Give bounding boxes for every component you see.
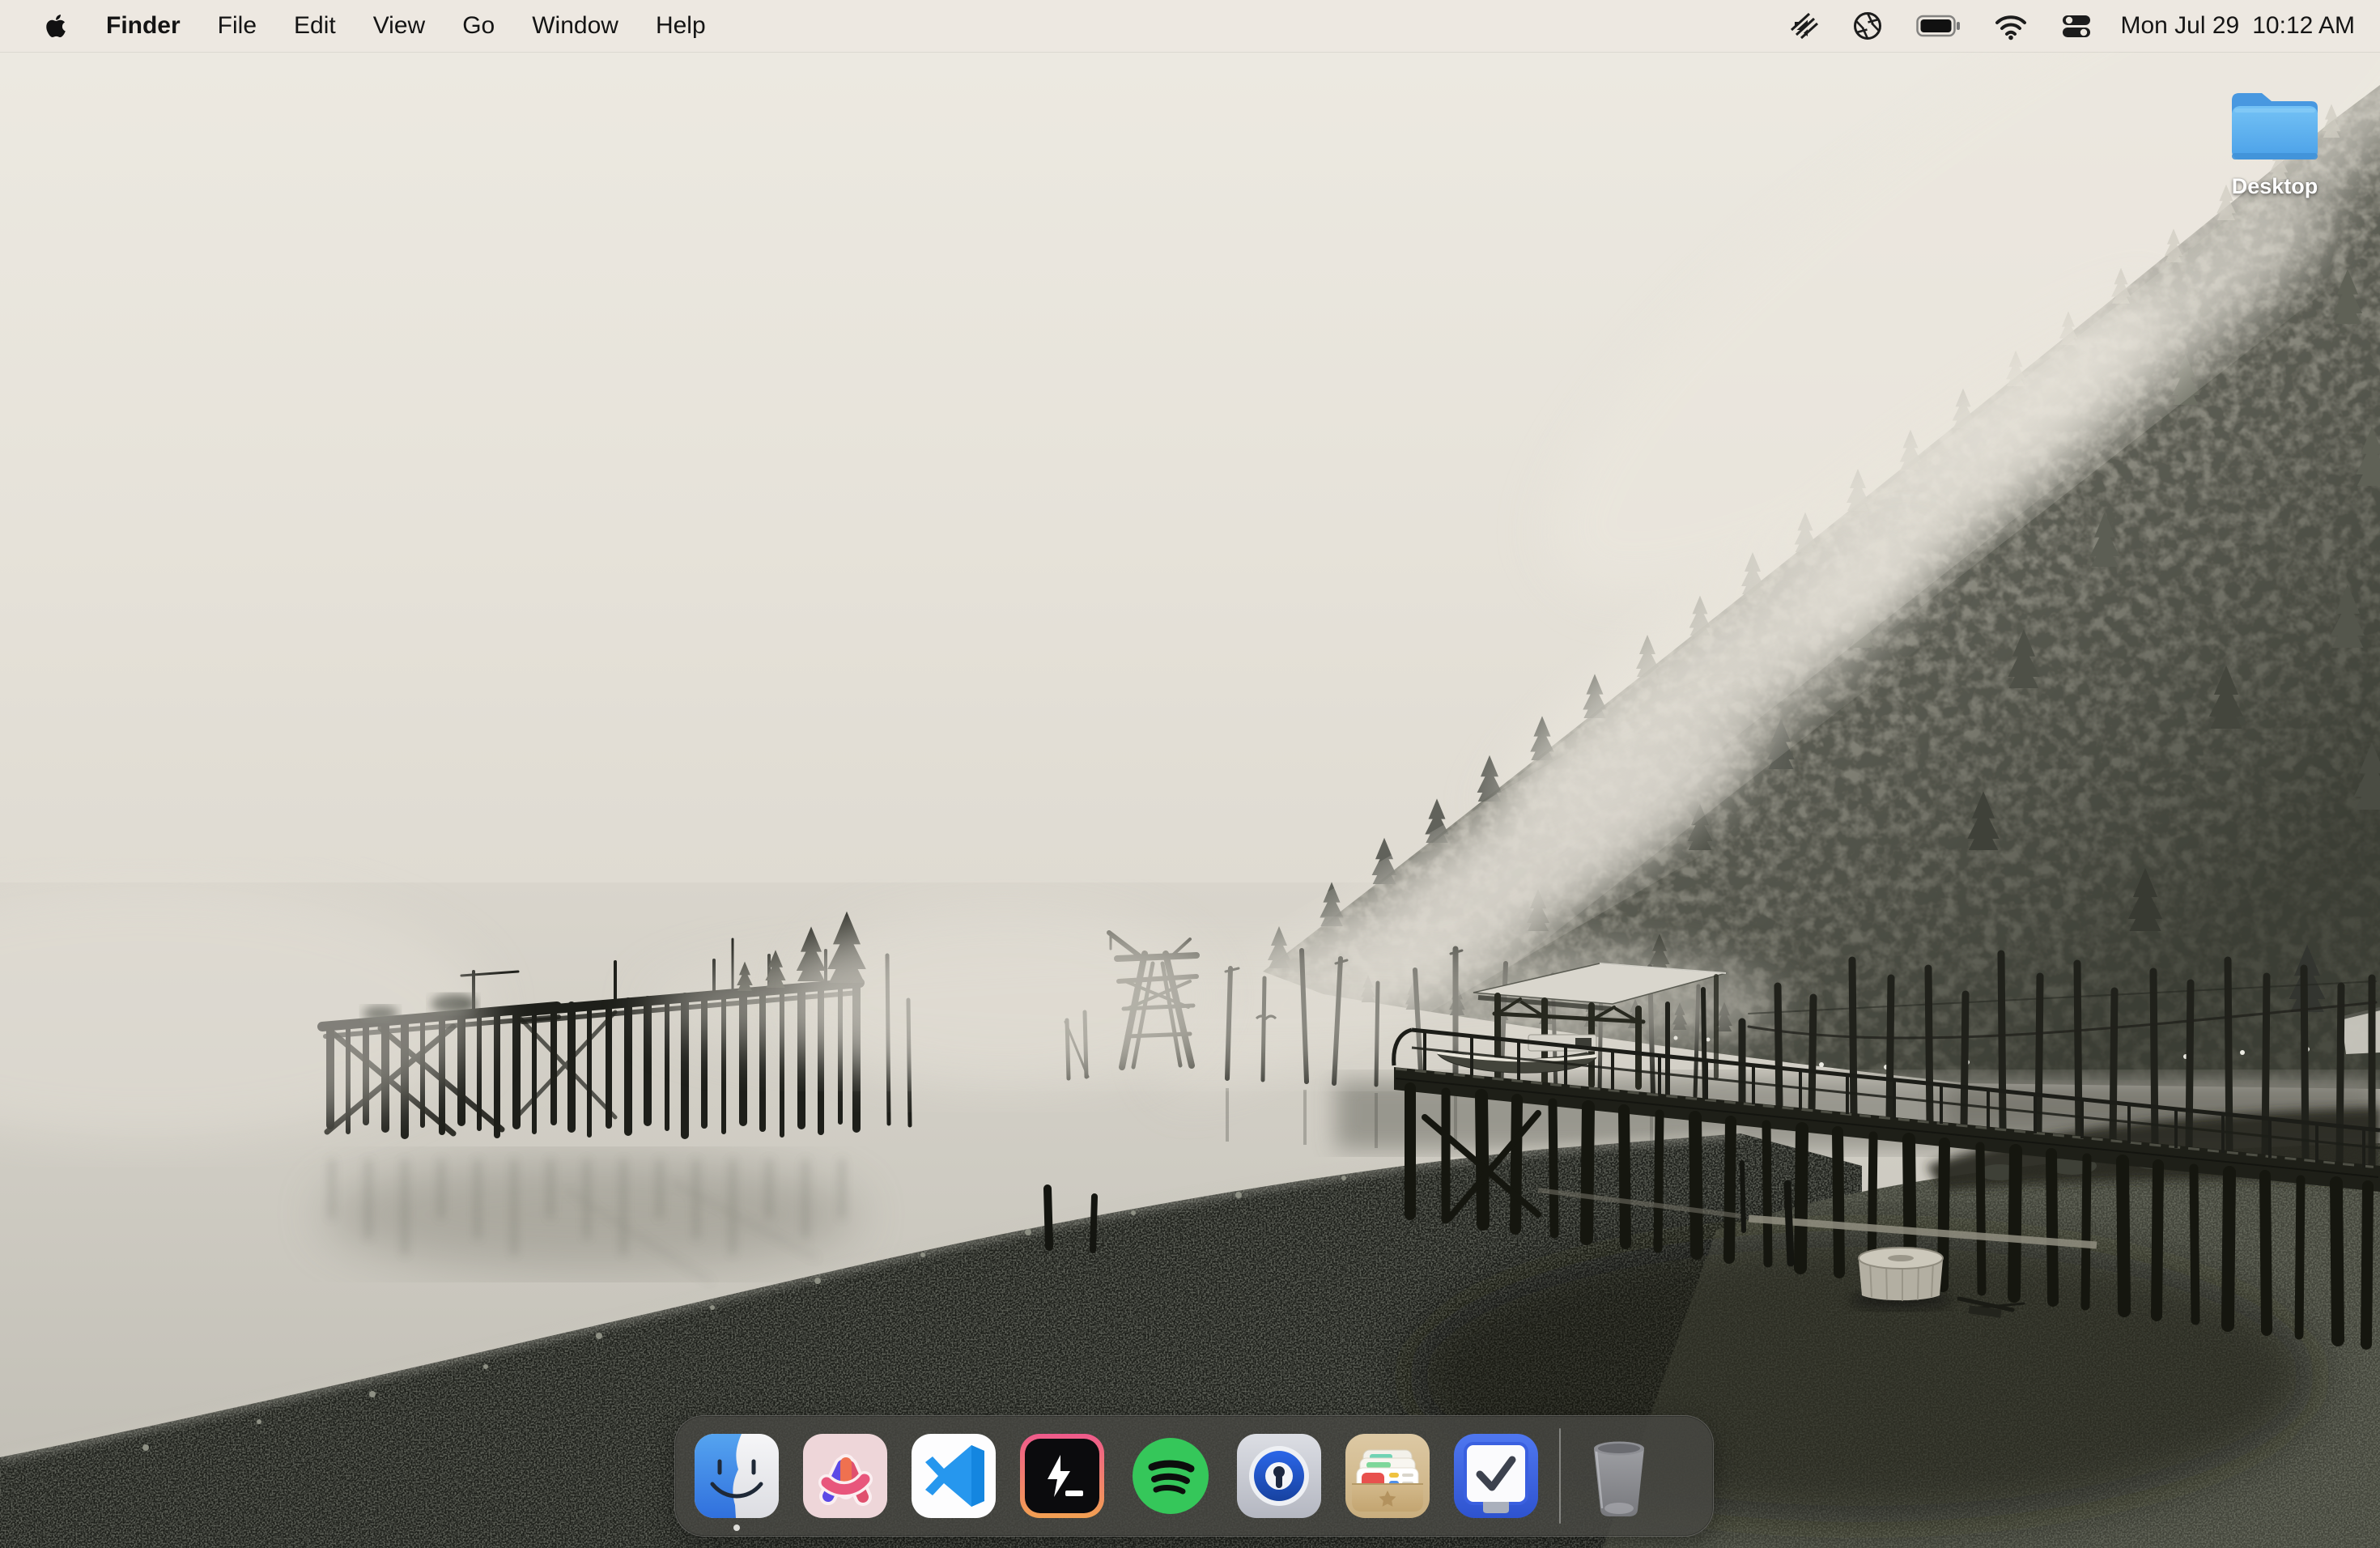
menu-bar: Finder File Edit View Go Window Help Mon…	[0, 0, 2380, 52]
trash-icon	[1579, 1431, 1660, 1521]
aperture-icon[interactable]	[1835, 10, 1900, 42]
menu-item-view[interactable]: View	[355, 0, 444, 52]
dock-separator	[1559, 1428, 1561, 1524]
dock-item-spotify[interactable]	[1127, 1432, 1214, 1520]
apple-logo-icon	[45, 13, 66, 39]
dock-item-warp-terminal[interactable]	[1018, 1432, 1106, 1520]
menu-item-finder[interactable]: Finder	[87, 0, 199, 52]
wifi-icon[interactable]	[1978, 11, 2044, 40]
warp-terminal-icon	[1018, 1432, 1106, 1520]
menu-item-file[interactable]: File	[199, 0, 275, 52]
clock-date: Mon Jul 29	[2120, 12, 2239, 40]
spotify-icon	[1127, 1432, 1214, 1520]
control-center-icon[interactable]	[2044, 12, 2109, 40]
battery-icon[interactable]	[1900, 11, 1978, 40]
dock-item-1password[interactable]	[1235, 1432, 1323, 1520]
apple-menu[interactable]	[24, 13, 87, 39]
desktop-wallpaper	[0, 0, 2380, 1548]
dock-item-arc-browser[interactable]	[801, 1432, 889, 1520]
desktop-folder-icon[interactable]: Desktop	[2220, 84, 2330, 199]
menu-item-help[interactable]: Help	[637, 0, 725, 52]
menu-item-go[interactable]: Go	[444, 0, 513, 52]
clock-time: 10:12 AM	[2252, 12, 2355, 40]
folder-icon	[2225, 84, 2325, 167]
dock-item-anybox[interactable]	[1344, 1432, 1431, 1520]
anybox-icon	[1344, 1432, 1431, 1520]
arc-browser-icon	[801, 1432, 889, 1520]
dock-item-vscode[interactable]	[910, 1432, 997, 1520]
mute-icon[interactable]	[1772, 11, 1835, 41]
macos-desktop: { "menu_bar": { "apple_icon": "apple-log…	[0, 0, 2380, 1548]
menu-bar-clock[interactable]: Mon Jul 29 10:12 AM	[2120, 12, 2355, 40]
menu-item-edit[interactable]: Edit	[275, 0, 355, 52]
dock-item-trash[interactable]	[1579, 1431, 1660, 1521]
finder-running-indicator	[733, 1525, 740, 1531]
finder-icon	[693, 1432, 780, 1520]
1password-icon	[1235, 1432, 1323, 1520]
vscode-icon	[910, 1432, 997, 1520]
dock-item-finder[interactable]	[693, 1432, 780, 1520]
desktop-folder-label: Desktop	[2220, 174, 2330, 199]
things-icon	[1452, 1432, 1540, 1520]
dock	[674, 1415, 1714, 1537]
dock-item-things[interactable]	[1452, 1432, 1540, 1520]
menu-item-window[interactable]: Window	[513, 0, 637, 52]
